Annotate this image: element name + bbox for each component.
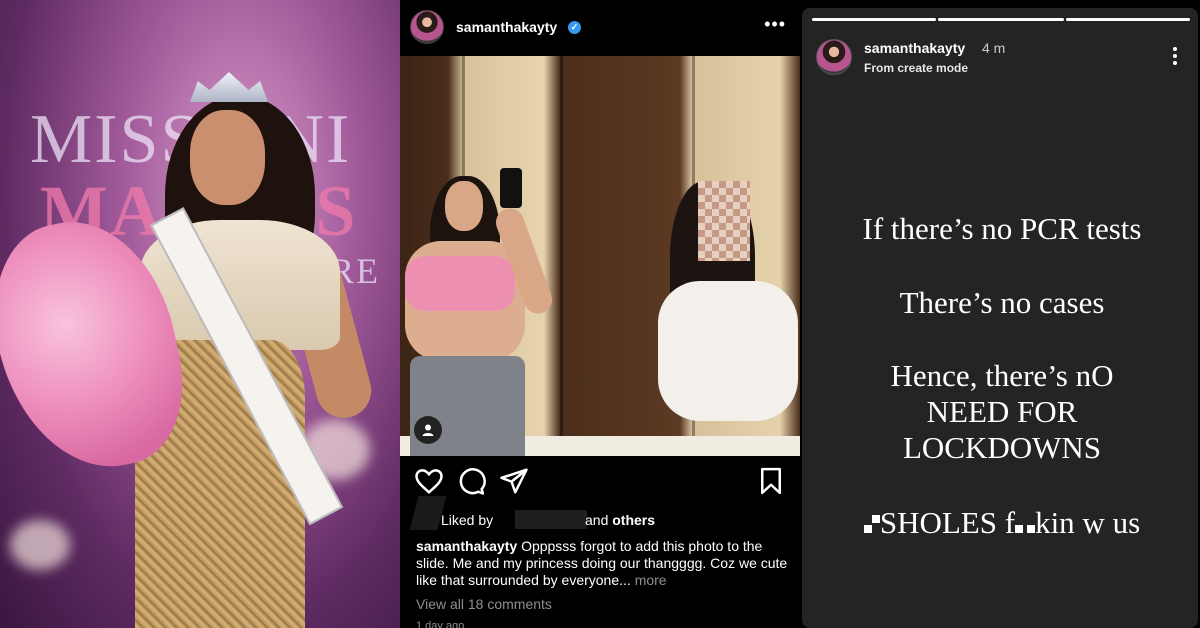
- stage-light: [10, 520, 70, 570]
- story-text-censored-line: SHOLES f kin w us: [802, 505, 1200, 541]
- story-progress-segment: [812, 18, 936, 21]
- post-caption: samanthakayty Opppsss forgot to add this…: [416, 538, 790, 589]
- redacted-username: [515, 510, 587, 529]
- door-divider: [560, 56, 563, 456]
- story-text-line: LOCKDOWNS: [902, 430, 1102, 465]
- story-more-options-icon[interactable]: [1172, 46, 1178, 66]
- story-card[interactable]: samanthakayty 4 m From create mode If th…: [802, 8, 1198, 628]
- heart-icon[interactable]: [414, 466, 444, 496]
- liked-by-row[interactable]: Liked by and others: [409, 496, 794, 530]
- censor-pixel: [1015, 525, 1024, 533]
- comment-icon[interactable]: [456, 466, 486, 496]
- story-username[interactable]: samanthakayty: [864, 40, 965, 56]
- post-actions: [400, 466, 800, 500]
- person-face: [445, 181, 483, 231]
- story-text-line: If there’s no PCR tests: [862, 211, 1142, 246]
- story-text-fragment: kin w us: [1035, 505, 1141, 540]
- caption-username[interactable]: samanthakayty: [416, 538, 517, 554]
- user-tag-icon[interactable]: [414, 416, 442, 444]
- more-options-icon[interactable]: •••: [764, 14, 786, 34]
- story-text-line: NEED FOR: [926, 394, 1078, 429]
- others-link[interactable]: others: [612, 512, 655, 528]
- story-text-line: There’s no cases: [899, 285, 1105, 320]
- story-time: 4 m: [982, 40, 1006, 56]
- verified-badge-icon: ✓: [568, 21, 581, 34]
- story-text-block: Hence, there’s nO NEED FOR LOCKDOWNS: [802, 358, 1200, 466]
- crown-icon: [190, 72, 268, 102]
- pageant-photo: MISS UNI MALAYS RE: [0, 0, 400, 628]
- instagram-story: samanthakayty 4 m From create mode If th…: [800, 0, 1200, 628]
- post-timestamp: 1 day ago: [416, 620, 465, 628]
- liked-by-others[interactable]: and others: [585, 512, 655, 528]
- instagram-post: samanthakayty ✓ ••• Liked by and others …: [400, 0, 800, 628]
- post-avatar[interactable]: [410, 10, 444, 44]
- story-text-line: Hence, there’s nO: [890, 358, 1114, 393]
- story-text-fragment: SHOLES f: [879, 505, 1016, 540]
- censor-pixel: [863, 525, 872, 533]
- story-avatar[interactable]: [816, 39, 852, 75]
- child-body: [658, 281, 798, 421]
- post-image[interactable]: [400, 56, 800, 456]
- story-mode-label: From create mode: [864, 61, 969, 75]
- story-progress-segment: [938, 18, 1064, 21]
- pink-top: [405, 256, 515, 311]
- post-username[interactable]: samanthakayty: [456, 19, 557, 35]
- bookmark-icon[interactable]: [756, 466, 786, 496]
- pixelated-face: [698, 181, 750, 261]
- post-header: samanthakayty ✓ •••: [400, 0, 800, 56]
- liked-by-label: Liked by: [441, 512, 494, 528]
- phone-icon: [500, 168, 522, 208]
- view-comments-link[interactable]: View all 18 comments: [416, 596, 552, 612]
- woman-face: [190, 110, 265, 205]
- share-icon[interactable]: [499, 466, 529, 496]
- caption-more-link[interactable]: more: [635, 572, 667, 588]
- story-progress-segment: [1066, 18, 1190, 21]
- censor-pixel: [1027, 525, 1036, 533]
- liked-by-and: and: [585, 512, 609, 528]
- censor-pixel: [871, 515, 880, 523]
